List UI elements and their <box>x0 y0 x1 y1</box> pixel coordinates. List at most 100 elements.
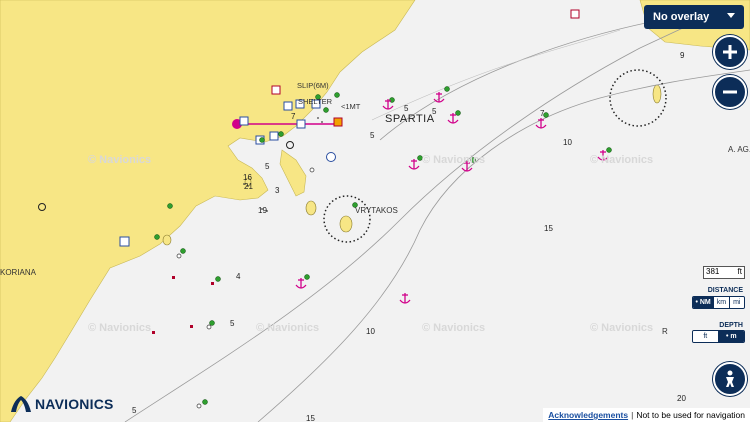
buoy-icon <box>309 167 315 173</box>
depth-sounding: 15 <box>306 414 315 422</box>
distance-unit-nm[interactable]: • NM <box>693 297 715 308</box>
minus-icon <box>723 90 737 94</box>
buoy-icon <box>180 248 186 254</box>
navigation-disclaimer: Not to be used for navigation <box>636 410 745 420</box>
wreck-icon <box>211 282 214 285</box>
compass-mark-icon <box>286 141 294 149</box>
buoy-icon <box>259 137 265 143</box>
buoy-icon <box>304 274 310 280</box>
fuel-icon <box>333 117 343 127</box>
depth-unit-ft[interactable]: ft <box>693 331 719 342</box>
depth-unit-m-label: m <box>730 333 737 340</box>
depth-sounding: 5 <box>370 131 375 140</box>
navionics-logo: NAVIONICS <box>10 395 114 413</box>
buoy-icon <box>196 403 202 409</box>
town-label: SPARTIA <box>385 113 435 125</box>
slip-label: SLIP(6M) <box>297 81 329 90</box>
buoy-icon <box>334 92 340 98</box>
distance-unit-mi[interactable]: mi <box>729 297 744 308</box>
distance-unit-nm-label: NM <box>699 299 711 306</box>
depth-sounding: 9 <box>680 51 685 60</box>
buoy-icon <box>215 276 221 282</box>
place-label-right: A. AG. <box>728 145 750 154</box>
acknowledgements-link[interactable]: Acknowledgements <box>548 410 628 420</box>
place-label-left: KORIANA <box>0 268 37 277</box>
depth-sounding: 4 <box>236 272 241 281</box>
overlay-select-value: No overlay <box>653 11 710 23</box>
marina-icon <box>119 236 130 247</box>
marina-icon <box>296 119 306 129</box>
islet-vrytakos <box>339 215 353 233</box>
hazard-icon <box>271 85 281 95</box>
buoy-icon <box>455 110 461 116</box>
watermark: © Navionics <box>422 154 486 166</box>
footer-separator: | <box>631 410 634 420</box>
navionics-logo-icon <box>11 396 31 412</box>
buoy-icon <box>389 97 395 103</box>
wreck-icon <box>152 331 155 334</box>
depth-note-label: <1MT <box>341 102 361 111</box>
user-location-button[interactable] <box>713 362 747 396</box>
anchor-icon <box>408 159 420 170</box>
marina-icon <box>239 116 249 126</box>
depth-contour-4 <box>371 29 621 121</box>
zoom-in-button[interactable] <box>713 35 747 69</box>
anchor-icon <box>535 118 547 129</box>
depth-sounding: 5 <box>230 319 235 328</box>
depth-sounding: 16 <box>243 173 252 182</box>
scale-value: 381 <box>706 267 720 276</box>
watermark: © Navionics <box>88 154 152 166</box>
watermark: © Navionics <box>256 322 320 334</box>
wreck-icon <box>190 325 193 328</box>
depth-unit-toggle: ft • m <box>692 330 745 343</box>
plus-icon <box>723 45 737 59</box>
land-peninsula <box>279 149 307 197</box>
chart-map[interactable]: © Navionics © Navionics © Navionics © Na… <box>0 0 750 422</box>
islet-small-2 <box>162 234 172 246</box>
watermark: © Navionics <box>422 322 486 334</box>
distance-unit-title: DISTANCE <box>707 287 743 294</box>
depth-sounding: 5 <box>432 107 437 116</box>
buoy-icon <box>323 107 329 113</box>
depth-sounding: 5 <box>404 104 409 113</box>
zoom-out-button[interactable] <box>713 75 747 109</box>
islet-label: VRYTAKOS <box>355 206 398 215</box>
distance-unit-toggle: • NM km mi <box>692 296 745 309</box>
islet-small-1 <box>305 200 317 216</box>
depth-sounding: 21 <box>244 182 253 191</box>
buoy-icon <box>167 203 173 209</box>
chevron-down-icon <box>727 13 735 18</box>
buoy-icon <box>444 86 450 92</box>
scale-bar: 381 ft <box>703 266 745 279</box>
watermark: © Navionics <box>88 322 152 334</box>
wreck-icon <box>172 276 175 279</box>
depth-sounding: 7 <box>291 112 296 121</box>
depth-sounding: 10 <box>563 138 572 147</box>
depth-sounding: 10 <box>366 327 375 336</box>
anchor-icon <box>295 278 307 289</box>
depth-sounding: 15 <box>544 224 553 233</box>
shelter-label: SHELTER <box>298 97 333 106</box>
marina-icon <box>283 101 293 111</box>
wreck-icon-group <box>152 276 214 334</box>
depth-sounding: 19 <box>258 206 267 215</box>
navionics-logo-text: NAVIONICS <box>35 396 114 412</box>
buoy-icon <box>206 324 212 330</box>
scale-unit: ft <box>737 267 742 276</box>
watermark: © Navionics <box>590 154 654 166</box>
buoy-icon <box>176 253 182 259</box>
r-label: R <box>662 327 668 336</box>
map-footer: Acknowledgements | Not to be used for na… <box>543 408 750 422</box>
buoy-icon <box>278 131 284 137</box>
depth-unit-title: DEPTH <box>719 322 743 329</box>
overlay-select[interactable]: No overlay <box>644 5 744 29</box>
depth-unit-m[interactable]: • m <box>718 331 744 342</box>
marina-icon <box>269 131 279 141</box>
depth-sounding: 20 <box>677 394 686 403</box>
watermark: © Navionics <box>590 322 654 334</box>
person-icon <box>726 370 734 387</box>
depth-sounding: 3 <box>275 186 280 195</box>
depth-sounding: 5 <box>265 162 270 171</box>
distance-unit-km[interactable]: km <box>714 297 730 308</box>
buoy-icon <box>202 399 208 405</box>
